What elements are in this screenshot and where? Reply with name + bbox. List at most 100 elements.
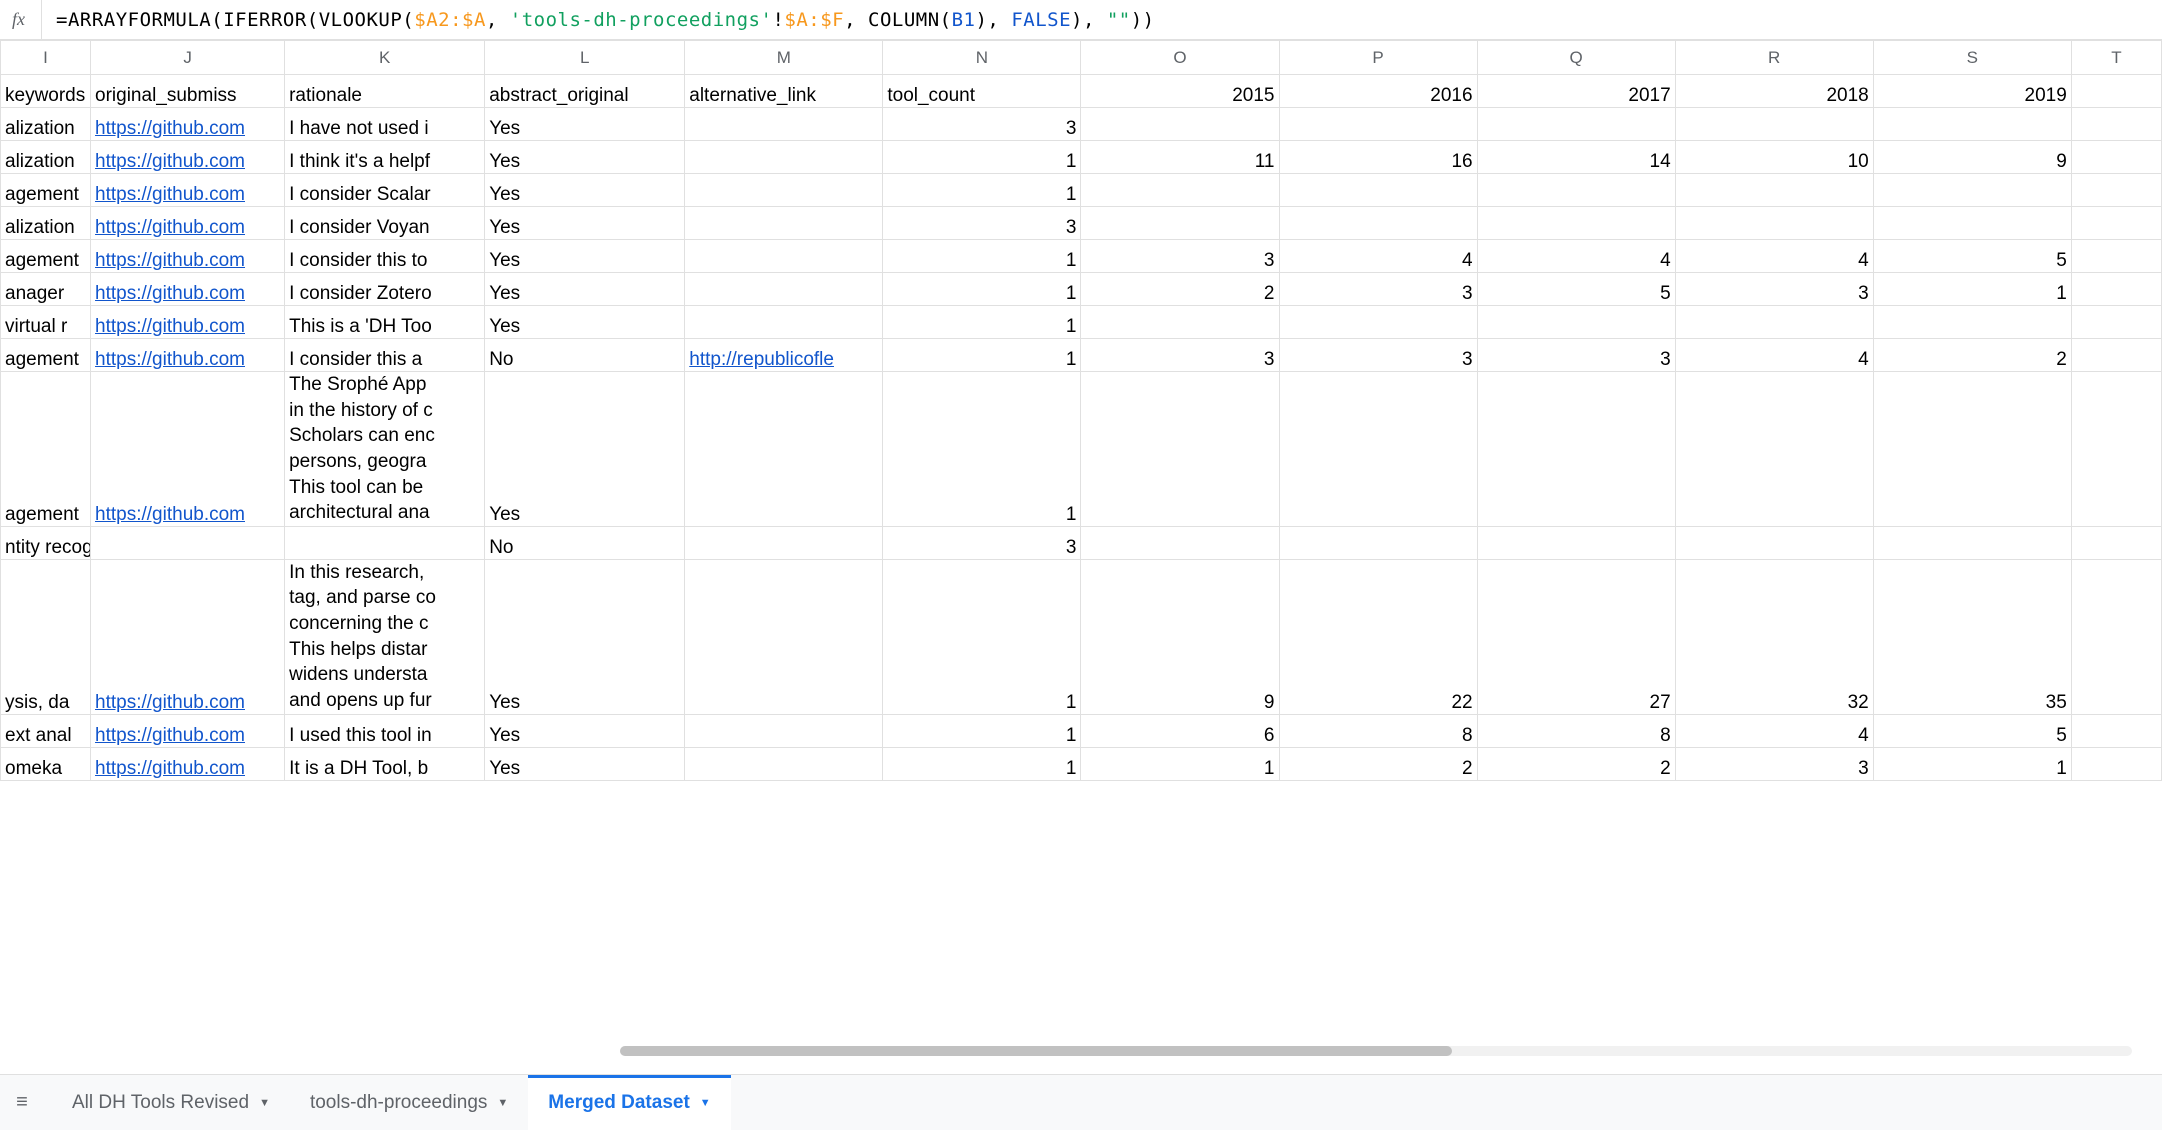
header-cell[interactable]: 2019 (1873, 75, 2071, 108)
cell[interactable]: 4 (1675, 714, 1873, 747)
cell[interactable]: https://github.com (91, 714, 285, 747)
column-header-P[interactable]: P (1279, 41, 1477, 75)
cell[interactable] (2071, 306, 2161, 339)
cell[interactable]: https://github.com (91, 372, 285, 527)
cell[interactable]: agement (1, 240, 91, 273)
header-cell[interactable]: original_submiss (91, 75, 285, 108)
header-cell[interactable]: keywords (1, 75, 91, 108)
cell[interactable] (685, 108, 883, 141)
cell[interactable] (1873, 306, 2071, 339)
column-header-N[interactable]: N (883, 41, 1081, 75)
spreadsheet-grid[interactable]: IJKLMNOPQRSTkeywordsoriginal_submissrati… (0, 40, 2162, 781)
cell[interactable]: Yes (485, 108, 685, 141)
cell[interactable]: https://github.com (91, 339, 285, 372)
link[interactable]: https://github.com (95, 725, 245, 746)
link[interactable]: https://github.com (95, 692, 245, 713)
formula-input[interactable]: =ARRAYFORMULA(IFERROR(VLOOKUP($A2:$A, 't… (42, 9, 1155, 31)
cell[interactable] (1081, 306, 1279, 339)
cell[interactable]: Yes (485, 559, 685, 714)
cell[interactable]: https://github.com (91, 747, 285, 780)
cell[interactable] (685, 273, 883, 306)
cell[interactable]: alization (1, 108, 91, 141)
sheet-tab[interactable]: tools-dh-proceedings▼ (290, 1075, 528, 1130)
cell[interactable] (2071, 141, 2161, 174)
cell[interactable] (1279, 372, 1477, 527)
cell[interactable]: 8 (1477, 714, 1675, 747)
cell[interactable]: Yes (485, 240, 685, 273)
cell[interactable] (1279, 306, 1477, 339)
header-cell[interactable]: 2015 (1081, 75, 1279, 108)
cell[interactable] (685, 747, 883, 780)
link[interactable]: https://github.com (95, 349, 245, 370)
cell[interactable] (1873, 526, 2071, 559)
cell[interactable]: 3 (1279, 273, 1477, 306)
cell[interactable]: http://republicofle (685, 339, 883, 372)
cell[interactable]: 1 (883, 372, 1081, 527)
cell[interactable]: 22 (1279, 559, 1477, 714)
cell[interactable]: https://github.com (91, 273, 285, 306)
cell[interactable]: 1 (1873, 273, 2071, 306)
cell[interactable]: 3 (883, 108, 1081, 141)
cell[interactable]: 27 (1477, 559, 1675, 714)
cell[interactable]: 11 (1081, 141, 1279, 174)
cell[interactable]: Yes (485, 273, 685, 306)
header-cell[interactable]: rationale (285, 75, 485, 108)
cell[interactable]: In this research,tag, and parse coconcer… (285, 559, 485, 714)
cell[interactable] (2071, 372, 2161, 527)
cell[interactable]: 1 (883, 174, 1081, 207)
cell[interactable]: 1 (1081, 747, 1279, 780)
cell[interactable]: 1 (883, 747, 1081, 780)
cell[interactable]: It is a DH Tool, b (285, 747, 485, 780)
column-header-M[interactable]: M (685, 41, 883, 75)
cell[interactable] (1081, 174, 1279, 207)
cell[interactable]: https://github.com (91, 306, 285, 339)
fx-icon[interactable]: fx (6, 0, 42, 39)
cell[interactable] (2071, 207, 2161, 240)
header-cell[interactable]: tool_count (883, 75, 1081, 108)
cell[interactable]: 1 (883, 273, 1081, 306)
cell[interactable] (2071, 747, 2161, 780)
cell[interactable] (685, 141, 883, 174)
cell[interactable]: 35 (1873, 559, 2071, 714)
cell[interactable]: 4 (1675, 339, 1873, 372)
cell[interactable]: I consider Voyan (285, 207, 485, 240)
cell[interactable] (1081, 372, 1279, 527)
cell[interactable] (1675, 526, 1873, 559)
header-cell[interactable]: 2016 (1279, 75, 1477, 108)
column-header-R[interactable]: R (1675, 41, 1873, 75)
header-cell[interactable]: 2017 (1477, 75, 1675, 108)
cell[interactable]: 4 (1675, 240, 1873, 273)
link[interactable]: https://github.com (95, 283, 245, 304)
link[interactable]: https://github.com (95, 118, 245, 139)
cell[interactable] (685, 714, 883, 747)
cell[interactable]: ysis, da (1, 559, 91, 714)
cell[interactable] (1873, 207, 2071, 240)
cell[interactable]: 2 (1279, 747, 1477, 780)
cell[interactable] (685, 559, 883, 714)
cell[interactable]: https://github.com (91, 108, 285, 141)
cell[interactable] (685, 372, 883, 527)
cell[interactable]: 1 (883, 339, 1081, 372)
cell[interactable] (685, 207, 883, 240)
cell[interactable]: I used this tool in (285, 714, 485, 747)
cell[interactable]: 3 (1279, 339, 1477, 372)
cell[interactable]: anager (1, 273, 91, 306)
cell[interactable]: alization (1, 141, 91, 174)
cell[interactable] (685, 174, 883, 207)
cell[interactable]: I consider Scalar (285, 174, 485, 207)
cell[interactable] (1675, 108, 1873, 141)
cell[interactable]: 1 (883, 714, 1081, 747)
cell[interactable]: I consider this a (285, 339, 485, 372)
cell[interactable] (1477, 306, 1675, 339)
column-header-Q[interactable]: Q (1477, 41, 1675, 75)
cell[interactable]: This is a 'DH Too (285, 306, 485, 339)
cell[interactable]: I have not used i (285, 108, 485, 141)
cell[interactable]: 8 (1279, 714, 1477, 747)
cell[interactable]: 1 (883, 141, 1081, 174)
header-cell[interactable] (2071, 75, 2161, 108)
column-header-L[interactable]: L (485, 41, 685, 75)
cell[interactable]: ntity recognition (1, 526, 91, 559)
link[interactable]: https://github.com (95, 504, 245, 525)
cell[interactable]: 5 (1477, 273, 1675, 306)
cell[interactable]: 1 (883, 306, 1081, 339)
